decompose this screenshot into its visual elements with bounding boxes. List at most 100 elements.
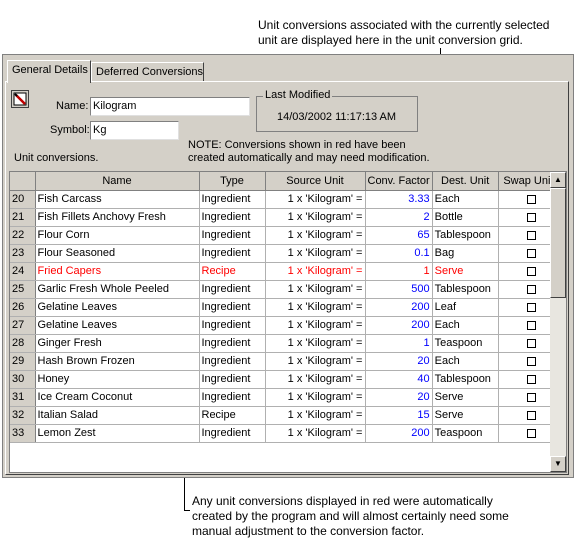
- table-row[interactable]: 20 Fish Carcass Ingredient 1 x 'Kilogram' =…: [10, 190, 565, 209]
- cell-name[interactable]: Garlic Fresh Whole Peeled: [35, 280, 200, 299]
- name-field[interactable]: Kilogram: [90, 97, 250, 116]
- swap-units-checkbox[interactable]: [526, 302, 536, 312]
- cell-dest-unit[interactable]: Tablespoon: [432, 280, 499, 299]
- cell-type[interactable]: Ingredient: [199, 280, 266, 299]
- cell-source-unit[interactable]: 1 x 'Kilogram' =: [265, 334, 366, 353]
- cell-conv-factor[interactable]: 200: [365, 298, 433, 317]
- cell-dest-unit[interactable]: Serve: [432, 262, 499, 281]
- cell-name[interactable]: Gelatine Leaves: [35, 316, 200, 335]
- cell-type[interactable]: Ingredient: [199, 316, 266, 335]
- table-row[interactable]: 25 Garlic Fresh Whole Peeled Ingredient 1 x…: [10, 280, 565, 299]
- cell-type[interactable]: Ingredient: [199, 334, 266, 353]
- table-row[interactable]: 26 Gelatine Leaves Ingredient 1 x 'Kilogram…: [10, 298, 565, 317]
- table-row[interactable]: 30 Honey Ingredient 1 x 'Kilogram' = 40 Table…: [10, 370, 565, 389]
- cell-conv-factor[interactable]: 500: [365, 280, 433, 299]
- cell-dest-unit[interactable]: Leaf: [432, 298, 499, 317]
- swap-units-checkbox[interactable]: [526, 284, 536, 294]
- cell-name[interactable]: Gelatine Leaves: [35, 298, 200, 317]
- header-type[interactable]: Type: [199, 172, 266, 191]
- cell-conv-factor[interactable]: 40: [365, 370, 433, 389]
- swap-units-checkbox[interactable]: [526, 374, 536, 384]
- cell-name[interactable]: Ice Cream Coconut: [35, 388, 200, 407]
- table-row[interactable]: 27 Gelatine Leaves Ingredient 1 x 'Kilogram…: [10, 316, 565, 335]
- header-conv-factor[interactable]: Conv. Factor: [365, 172, 433, 191]
- table-row[interactable]: 28 Ginger Fresh Ingredient 1 x 'Kilogram' =…: [10, 334, 565, 353]
- cell-name[interactable]: Hash Brown Frozen: [35, 352, 200, 371]
- swap-units-checkbox[interactable]: [526, 248, 536, 258]
- cell-type[interactable]: Ingredient: [199, 424, 266, 443]
- table-row[interactable]: 32 Italian Salad Recipe 1 x 'Kilogram' = 15 S…: [10, 406, 565, 425]
- cell-conv-factor[interactable]: 2: [365, 208, 433, 227]
- scroll-thumb[interactable]: [550, 188, 566, 298]
- cell-conv-factor[interactable]: 20: [365, 388, 433, 407]
- cell-type[interactable]: Ingredient: [199, 226, 266, 245]
- swap-units-checkbox[interactable]: [526, 212, 536, 222]
- swap-units-checkbox[interactable]: [526, 230, 536, 240]
- cell-source-unit[interactable]: 1 x 'Kilogram' =: [265, 226, 366, 245]
- cell-type[interactable]: Recipe: [199, 262, 266, 281]
- cell-conv-factor[interactable]: 1: [365, 334, 433, 353]
- cell-conv-factor[interactable]: 20: [365, 352, 433, 371]
- table-row[interactable]: 29 Hash Brown Frozen Ingredient 1 x 'Kilogr…: [10, 352, 565, 371]
- cell-name[interactable]: Honey: [35, 370, 200, 389]
- cell-conv-factor[interactable]: 200: [365, 424, 433, 443]
- cell-type[interactable]: Ingredient: [199, 244, 266, 263]
- header-dest-unit[interactable]: Dest. Unit: [432, 172, 499, 191]
- cell-type[interactable]: Ingredient: [199, 388, 266, 407]
- vertical-scrollbar[interactable]: ▲ ▼: [550, 172, 566, 472]
- tab-general-details[interactable]: General Details: [7, 60, 91, 83]
- table-row[interactable]: 33 Lemon Zest Ingredient 1 x 'Kilogram' = 20…: [10, 424, 565, 443]
- header-name[interactable]: Name: [35, 172, 200, 191]
- cell-type[interactable]: Recipe: [199, 406, 266, 425]
- cell-source-unit[interactable]: 1 x 'Kilogram' =: [265, 388, 366, 407]
- table-row[interactable]: 23 Flour Seasoned Ingredient 1 x 'Kilogram'…: [10, 244, 565, 263]
- cell-name[interactable]: Italian Salad: [35, 406, 200, 425]
- swap-units-checkbox[interactable]: [526, 320, 536, 330]
- cell-conv-factor[interactable]: 15: [365, 406, 433, 425]
- swap-units-checkbox[interactable]: [526, 410, 536, 420]
- cell-dest-unit[interactable]: Bag: [432, 244, 499, 263]
- cell-dest-unit[interactable]: Teaspoon: [432, 334, 499, 353]
- cell-dest-unit[interactable]: Tablespoon: [432, 226, 499, 245]
- swap-units-checkbox[interactable]: [526, 428, 536, 438]
- cell-name[interactable]: Flour Corn: [35, 226, 200, 245]
- cell-source-unit[interactable]: 1 x 'Kilogram' =: [265, 262, 366, 281]
- table-row[interactable]: 31 Ice Cream Coconut Ingredient 1 x 'Kilogr…: [10, 388, 565, 407]
- swap-units-checkbox[interactable]: [526, 338, 536, 348]
- cell-dest-unit[interactable]: Serve: [432, 406, 499, 425]
- cell-source-unit[interactable]: 1 x 'Kilogram' =: [265, 424, 366, 443]
- cell-source-unit[interactable]: 1 x 'Kilogram' =: [265, 406, 366, 425]
- header-source-unit[interactable]: Source Unit: [265, 172, 366, 191]
- cell-type[interactable]: Ingredient: [199, 352, 266, 371]
- cell-dest-unit[interactable]: Teaspoon: [432, 424, 499, 443]
- cell-name[interactable]: Lemon Zest: [35, 424, 200, 443]
- cell-source-unit[interactable]: 1 x 'Kilogram' =: [265, 352, 366, 371]
- swap-units-checkbox[interactable]: [526, 266, 536, 276]
- edit-button[interactable]: [11, 90, 29, 108]
- cell-dest-unit[interactable]: Bottle: [432, 208, 499, 227]
- cell-source-unit[interactable]: 1 x 'Kilogram' =: [265, 316, 366, 335]
- cell-name[interactable]: Flour Seasoned: [35, 244, 200, 263]
- cell-conv-factor[interactable]: 65: [365, 226, 433, 245]
- cell-dest-unit[interactable]: Serve: [432, 388, 499, 407]
- swap-units-checkbox[interactable]: [526, 356, 536, 366]
- cell-conv-factor[interactable]: 0.1: [365, 244, 433, 263]
- cell-name[interactable]: Fried Capers: [35, 262, 200, 281]
- cell-name[interactable]: Fish Fillets Anchovy Fresh: [35, 208, 200, 227]
- swap-units-checkbox[interactable]: [526, 194, 536, 204]
- symbol-field[interactable]: Kg: [90, 121, 179, 140]
- cell-dest-unit[interactable]: Each: [432, 190, 499, 209]
- cell-dest-unit[interactable]: Each: [432, 316, 499, 335]
- table-row[interactable]: 22 Flour Corn Ingredient 1 x 'Kilogram' = 65…: [10, 226, 565, 245]
- cell-source-unit[interactable]: 1 x 'Kilogram' =: [265, 190, 366, 209]
- cell-conv-factor[interactable]: 3.33: [365, 190, 433, 209]
- cell-source-unit[interactable]: 1 x 'Kilogram' =: [265, 298, 366, 317]
- scroll-down-button[interactable]: ▼: [550, 456, 566, 472]
- cell-dest-unit[interactable]: Tablespoon: [432, 370, 499, 389]
- cell-type[interactable]: Ingredient: [199, 298, 266, 317]
- scroll-up-button[interactable]: ▲: [550, 172, 566, 188]
- table-row[interactable]: 24 Fried Capers Recipe 1 x 'Kilogram' = 1 Ser…: [10, 262, 565, 281]
- table-row[interactable]: 21 Fish Fillets Anchovy Fresh Ingredient 1 …: [10, 208, 565, 227]
- cell-type[interactable]: Ingredient: [199, 370, 266, 389]
- cell-source-unit[interactable]: 1 x 'Kilogram' =: [265, 370, 366, 389]
